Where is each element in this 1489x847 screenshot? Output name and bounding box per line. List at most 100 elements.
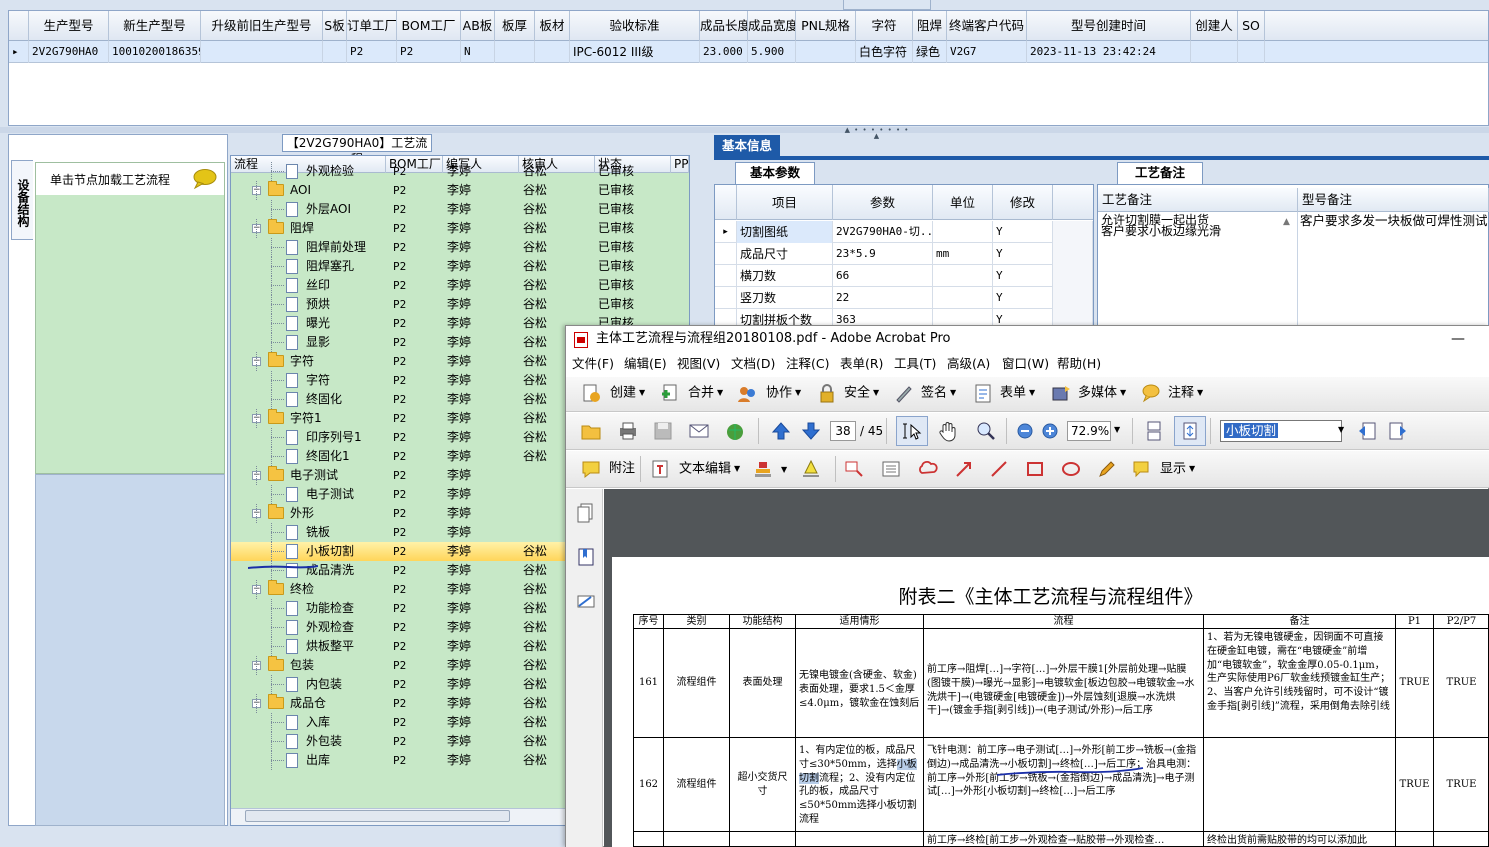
chevron-down-icon[interactable]: ▼ <box>795 388 801 397</box>
grid-header-cell[interactable]: 订单工厂 <box>347 11 397 41</box>
stamp-dropdown-chevron-down-icon[interactable]: ▼ <box>781 465 787 474</box>
chevron-down-icon[interactable]: ▼ <box>639 388 645 397</box>
sign-pen-icon[interactable] <box>893 382 915 404</box>
chevron-down-icon[interactable]: ▼ <box>1197 388 1203 397</box>
param-item[interactable]: 横刀数 <box>737 265 833 287</box>
params-row[interactable]: ▸ 切割图纸 2V2G790HA0-切... Y <box>715 221 1093 243</box>
grid-header-cell[interactable]: S板 <box>323 11 347 41</box>
hand-tool-icon[interactable] <box>937 420 959 442</box>
param-edit-flag[interactable]: Y <box>993 287 1053 309</box>
process-remark-line[interactable]: 客户要求小板边缘光滑 <box>1101 225 1221 237</box>
chevron-down-icon[interactable]: ▼ <box>1189 464 1195 473</box>
grid-cell[interactable]: P2 <box>347 41 397 63</box>
show-comments-icon[interactable] <box>1131 458 1153 480</box>
zoom-out-icon[interactable] <box>1014 420 1036 442</box>
open-folder-icon[interactable] <box>580 420 602 442</box>
process-tree-row[interactable]: 阻焊前处理 P2 李婷 谷松 已审核 <box>231 238 689 257</box>
process-tree-row[interactable]: − AOI P2 李婷 谷松 已审核 <box>231 181 689 200</box>
grid-header-cell[interactable]: 升级前旧生产型号 <box>201 11 323 41</box>
previous-page-icon[interactable] <box>770 420 792 442</box>
param-value[interactable]: 22 <box>833 287 933 309</box>
menu-item[interactable]: 编辑(E) <box>624 352 667 376</box>
arrow-icon[interactable] <box>953 458 975 480</box>
params-header-cell[interactable]: 修改 <box>993 185 1053 220</box>
grid-cell[interactable] <box>796 41 856 63</box>
toolbar-button-5[interactable]: 签名 ▼ <box>921 381 956 405</box>
grid-header-cell[interactable]: 成品长度 <box>700 11 748 41</box>
pages-panel-icon[interactable] <box>575 502 597 524</box>
chevron-down-icon[interactable]: ▼ <box>734 464 740 473</box>
toolbar-button-1[interactable]: 创建 ▼ <box>610 381 645 405</box>
toolbar-button-8[interactable]: 注释 ▼ <box>1168 381 1203 405</box>
params-header-cell[interactable]: 项目 <box>737 185 833 220</box>
text-box-icon[interactable] <box>880 458 902 480</box>
select-text-icon[interactable] <box>901 420 923 442</box>
pencil-icon[interactable] <box>1096 458 1118 480</box>
param-edit-flag[interactable]: Y <box>993 221 1053 243</box>
process-tree-row[interactable]: 阻焊塞孔 P2 李婷 谷松 已审核 <box>231 257 689 276</box>
comment-icon[interactable] <box>1140 382 1162 404</box>
model-remark[interactable]: 客户要求多发一块板做可焊性测试 <box>1300 214 1488 228</box>
menu-item[interactable]: 文件(F) <box>572 352 614 376</box>
menu-item[interactable]: 工具(T) <box>894 352 936 376</box>
email-icon[interactable] <box>688 420 710 442</box>
grid-header-cell[interactable]: 新生产型号 <box>109 11 201 41</box>
params-row[interactable]: 竖刀数 22 Y <box>715 287 1093 309</box>
grid-cell[interactable]: 2V2G790HA0 <box>29 41 109 63</box>
find-previous-icon[interactable] <box>1356 420 1378 442</box>
grid-header-cell[interactable]: 成品宽度 <box>748 11 796 41</box>
splitter-grip-icon[interactable]: ▲ • • • • • • • ▲ <box>842 127 912 140</box>
grid-cell[interactable]: 白色字符 <box>856 41 913 63</box>
grid-header-cell[interactable]: 终端客户代码 <box>947 11 1027 41</box>
menu-item[interactable]: 文档(D) <box>731 352 775 376</box>
chevron-down-icon[interactable]: ▼ <box>950 388 956 397</box>
find-input[interactable]: 小板切割 <box>1220 420 1342 442</box>
grid-header-cell[interactable]: 生产型号 <box>29 11 109 41</box>
grid-header-cell[interactable]: 阻焊 <box>913 11 947 41</box>
grid-cell[interactable]: IPC-6012 III级 <box>570 41 700 63</box>
param-edit-flag[interactable]: Y <box>993 243 1053 265</box>
grid-cell[interactable]: 2023-11-13 23:42:24 <box>1027 41 1191 63</box>
param-unit[interactable] <box>933 265 993 287</box>
print-icon[interactable] <box>617 420 639 442</box>
comment-toolbar-button-2[interactable]: 文本编辑 ▼ <box>679 457 740 481</box>
text-edit-icon[interactable] <box>650 458 672 480</box>
grid-header-cell[interactable]: 创建人 <box>1191 11 1238 41</box>
params-header-cell[interactable]: 参数 <box>833 185 933 220</box>
grid-header-cell[interactable]: 型号创建时间 <box>1027 11 1191 41</box>
param-value[interactable]: 2V2G790HA0-切... <box>833 221 933 243</box>
params-row[interactable]: 横刀数 66 Y <box>715 265 1093 287</box>
grid-cell[interactable] <box>201 41 323 63</box>
cloud-icon[interactable] <box>917 458 939 480</box>
grid-cell[interactable] <box>495 41 535 63</box>
grid-cell[interactable]: N <box>461 41 495 63</box>
zoom-level-input[interactable]: 72.9% <box>1067 421 1111 441</box>
grid-header-cell[interactable]: BOM工厂 <box>397 11 461 41</box>
chevron-down-icon[interactable]: ▼ <box>1029 388 1035 397</box>
bookmarks-panel-icon[interactable] <box>575 546 597 568</box>
params-row[interactable]: 成品尺寸 23*5.9 mm Y <box>715 243 1093 265</box>
callout-icon[interactable] <box>843 458 865 480</box>
grid-cell[interactable]: 10010200186359 <box>109 41 201 63</box>
collaborate-icon[interactable] <box>736 382 758 404</box>
combine-icon[interactable] <box>658 382 680 404</box>
param-item[interactable]: 成品尺寸 <box>737 243 833 265</box>
menu-item[interactable]: 帮助(H) <box>1057 352 1101 376</box>
horizontal-splitter[interactable] <box>0 127 1489 133</box>
tab-basic-info[interactable]: 基本信息 <box>714 135 780 157</box>
oval-icon[interactable] <box>1060 458 1082 480</box>
param-unit[interactable] <box>933 287 993 309</box>
page-number-input[interactable]: 38 <box>830 421 856 441</box>
text-highlight-icon[interactable] <box>800 458 822 480</box>
model-grid-row[interactable]: ▸ 2V2G790HA0 10010200186359 P2 P2 N IPC-6012 I… <box>9 41 1488 63</box>
param-value[interactable]: 66 <box>833 265 933 287</box>
comment-toolbar-button-1[interactable]: 附注 <box>609 457 635 481</box>
process-tree-row[interactable]: − 阻焊 P2 李婷 谷松 已审核 <box>231 219 689 238</box>
form-icon[interactable] <box>972 382 994 404</box>
grid-cell[interactable] <box>1191 41 1238 63</box>
grid-cell[interactable] <box>323 41 347 63</box>
minimize-button[interactable]: — <box>1446 326 1470 352</box>
create-icon[interactable] <box>580 382 602 404</box>
param-item[interactable]: 切割图纸 <box>737 221 833 243</box>
marquee-zoom-icon[interactable] <box>975 420 997 442</box>
